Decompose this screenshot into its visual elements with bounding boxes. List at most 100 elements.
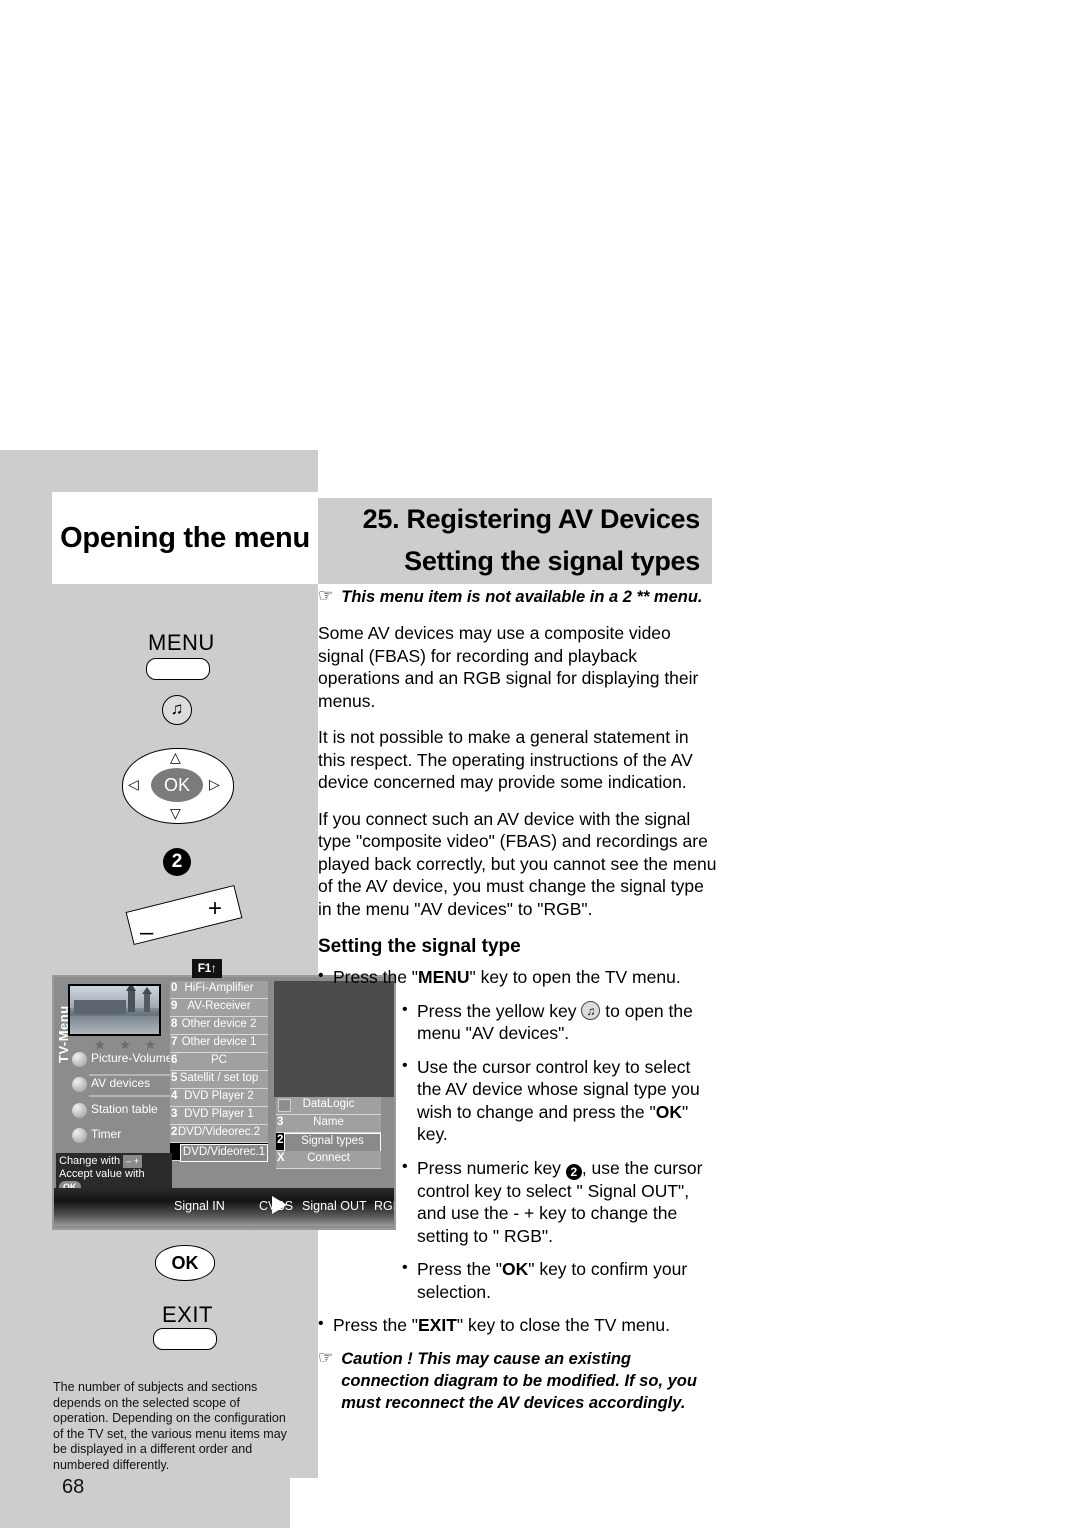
device-name: HiFi-Amplifier	[184, 982, 254, 994]
chapter-header: 25. Registering AV Devices Setting the s…	[318, 498, 712, 584]
exit-key-label: EXIT	[162, 1302, 213, 1327]
sidebar-item-station-table[interactable]: Station table	[72, 1102, 164, 1119]
chapter-title-line2: Setting the signal types	[404, 546, 700, 576]
hint-line2: Accept value with	[59, 1168, 145, 1180]
sidebar-item-av-devices[interactable]: AV devices	[72, 1074, 177, 1097]
pointing-hand-icon: ☞	[318, 586, 334, 605]
page-number: 68	[62, 1476, 85, 1498]
music-note-glyph: ♫	[170, 699, 184, 718]
sidebar-item-label: Timer	[91, 1127, 122, 1141]
sidebar-item-timer[interactable]: Timer	[72, 1127, 164, 1144]
note-text: This menu item is not available in a 2 *…	[341, 588, 703, 606]
sidebar-item-label: Picture-Volume	[91, 1051, 173, 1065]
numeric-key-2-icon: 2	[565, 1163, 582, 1180]
key-ok: OK	[502, 1259, 529, 1279]
minus-sign: –	[140, 919, 154, 946]
step-press-ok: Press the "OK" key to confirm your selec…	[402, 1257, 718, 1303]
paragraph-2: It is not possible to make a general sta…	[318, 727, 693, 792]
step-press-exit: Press the "EXIT" key to close the TV men…	[318, 1313, 718, 1337]
list-item[interactable]: 7 Other device 1	[170, 1035, 268, 1053]
step-text-a: Press numeric key	[417, 1157, 561, 1178]
chapter-title-line1: 25. Registering AV Devices	[362, 504, 701, 534]
list-item[interactable]: 2 DVD/Videorec.2	[170, 1125, 268, 1143]
device-name: DVD Player 1	[184, 1108, 254, 1120]
device-name: DVD Player 2	[184, 1090, 254, 1102]
pointing-hand-icon: ☞	[318, 1347, 334, 1367]
device-name: AV-Receiver	[187, 1000, 251, 1012]
list-item[interactable]: 3 DVD Player 1	[170, 1107, 268, 1125]
opening-the-menu-box: Opening the menu	[52, 492, 318, 584]
manual-page: Opening the menu 25. Registering AV Devi…	[0, 0, 1080, 1528]
arrow-right-icon: ▷	[209, 776, 220, 792]
music-note-icon: ♫	[162, 695, 192, 725]
step-text-a: Press the yellow key	[417, 1000, 577, 1021]
plus-sign: +	[208, 895, 223, 922]
paragraph-3: If you connect such an AV device with th…	[318, 808, 717, 919]
bullet-icon	[72, 1052, 87, 1067]
step-text-a: Press the "	[333, 967, 418, 987]
footnote-text: The number of subjects and sections depe…	[53, 1380, 287, 1472]
f1-tab-badge: F1↑	[192, 959, 222, 978]
sidebar-item-picture-volume[interactable]: Picture-Volume	[72, 1051, 172, 1068]
list-item[interactable]: 0 HiFi-Amplifier	[170, 981, 268, 999]
step-press-yellow-key: Press the yellow key to open the menu "A…	[402, 999, 718, 1045]
list-item[interactable]: 6 PC	[170, 1053, 268, 1071]
instruction-list-inner: Press the yellow key to open the menu "A…	[402, 999, 718, 1304]
exit-key-button	[153, 1328, 217, 1350]
cursor-ok-button: OK	[151, 768, 203, 802]
sidebar-item-label: AV devices	[91, 1076, 151, 1090]
page-title: Opening the menu	[60, 521, 310, 554]
hint-line1: Change with	[59, 1155, 121, 1167]
device-name: Other device 2	[181, 1018, 257, 1030]
tv-preview-thumbnail	[68, 984, 161, 1036]
music-note-icon	[581, 1000, 601, 1022]
arrow-left-icon: ◁	[128, 776, 139, 792]
instruction-list-outer-2: Press the "EXIT" key to close the TV men…	[318, 1313, 718, 1337]
device-name: Other device 1	[181, 1036, 257, 1048]
signal-in-label: Signal IN	[174, 1199, 225, 1213]
step-text-a: Press the "	[417, 1259, 502, 1279]
tv-menu-vertical-title: TV-Menu	[56, 1005, 71, 1063]
bullet-icon	[72, 1128, 87, 1143]
device-name: Satellit / set top	[179, 1072, 259, 1084]
tv-menu-sidebar: ★ ★ ★ TV-Menu Picture-Volume AV devices …	[56, 979, 177, 1179]
av-device-list: 0 HiFi-Amplifier 9 AV-Receiver 8 Other d…	[170, 981, 268, 1162]
cursor-pointer-icon	[272, 1196, 287, 1214]
bullet-icon	[72, 1103, 87, 1118]
section-heading: Setting the signal type	[318, 936, 521, 957]
bullet-icon	[72, 1077, 87, 1092]
left-gray-column	[0, 450, 318, 1478]
list-item[interactable]: 5 Satellit / set top	[170, 1071, 268, 1089]
option-number: 2	[277, 1134, 284, 1146]
list-item[interactable]: 4 DVD Player 2	[170, 1089, 268, 1107]
main-text-column: ☞ This menu item is not available in a 2…	[318, 586, 718, 1428]
numeric-key-2: 2	[163, 848, 191, 876]
menu-key-label: MENU	[148, 630, 215, 655]
paragraph-1: Some AV devices may use a composite vide…	[318, 623, 699, 711]
key-menu: MENU	[418, 967, 470, 987]
caution-text: Caution ! This may cause an existing con…	[341, 1349, 697, 1412]
step-text-b: " key to close the TV menu.	[456, 1315, 670, 1335]
list-item[interactable]: 8 Other device 2	[170, 1017, 268, 1035]
list-item-selected[interactable]: DVD/Videorec.1	[170, 1143, 268, 1162]
menu-key-button	[146, 658, 210, 680]
device-name: DVD/Videorec.2	[177, 1126, 261, 1138]
note-caution: ☞ Caution ! This may cause an existing c…	[318, 1348, 718, 1414]
key-ok: OK	[655, 1101, 682, 1122]
arrow-down-icon: ▽	[170, 805, 181, 821]
hint-plus-minus-icon: – +	[123, 1155, 142, 1168]
step-press-menu: Press the "MENU" key to open the TV menu…	[318, 965, 718, 989]
ok-key-illustration: OK	[155, 1245, 215, 1281]
instruction-list-outer: Press the "MENU" key to open the TV menu…	[318, 965, 718, 989]
device-name: PC	[211, 1054, 227, 1066]
key-exit: EXIT	[418, 1315, 457, 1335]
device-name: DVD/Videorec.1	[180, 1144, 268, 1162]
list-item[interactable]: 9 AV-Receiver	[170, 999, 268, 1017]
arrow-up-icon: △	[170, 749, 181, 765]
step-text-a: Press the "	[333, 1315, 418, 1335]
sidebar-item-label: Station table	[91, 1102, 158, 1116]
step-press-numeric-2: Press numeric key 2, use the cursor cont…	[402, 1156, 718, 1248]
note-availability: ☞ This menu item is not available in a 2…	[318, 586, 718, 608]
step-use-cursor: Use the cursor control key to select the…	[402, 1055, 718, 1146]
step-text-b: " key to open the TV menu.	[469, 967, 681, 987]
